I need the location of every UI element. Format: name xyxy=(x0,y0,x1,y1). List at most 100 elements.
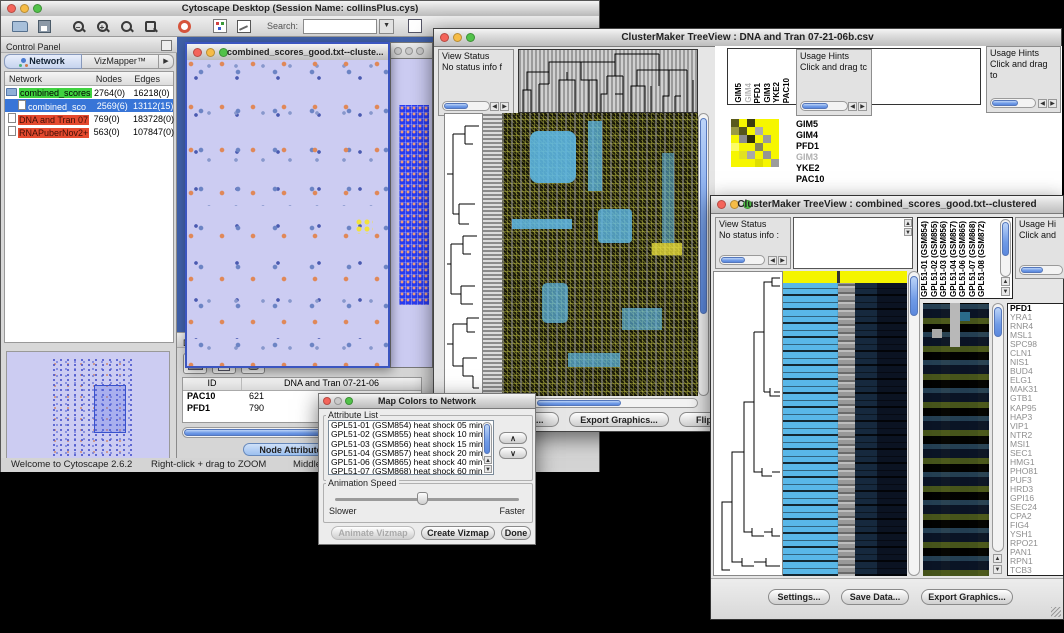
scroll-left-icon[interactable]: ◀ xyxy=(848,102,857,111)
birds-eye-view[interactable] xyxy=(6,351,170,461)
tv1-correlation-matrix[interactable] xyxy=(731,119,779,167)
tab-overflow-button[interactable]: ▶ xyxy=(159,54,174,69)
tv2-heatmap-vscrollbar[interactable] xyxy=(908,271,920,576)
dialog-title: Map Colors to Network xyxy=(319,396,535,406)
minimize-icon[interactable] xyxy=(206,48,215,57)
list-item: GPL51-02 (GSM855) xyxy=(930,221,940,297)
scroll-down-icon[interactable]: ▼ xyxy=(484,465,492,473)
tv2-zoom-heatmap[interactable] xyxy=(923,303,989,576)
scroll-up-icon[interactable]: ▲ xyxy=(993,554,1002,563)
tv2-row-dendrogram[interactable] xyxy=(713,271,783,576)
tv2-export-graphics-button[interactable]: Export Graphics... xyxy=(921,589,1013,605)
search-dropdown-button[interactable]: ▼ xyxy=(379,19,394,34)
scroll-right-icon[interactable]: ▶ xyxy=(778,256,787,265)
annotation-icon[interactable] xyxy=(233,17,255,36)
save-icon[interactable] xyxy=(33,17,55,36)
tv1-status-scrollbar[interactable] xyxy=(442,101,490,111)
close-icon[interactable] xyxy=(193,48,202,57)
tv1-usage-scrollbar[interactable] xyxy=(800,101,848,111)
tab-network[interactable]: Network xyxy=(4,54,82,69)
open-file-icon[interactable] xyxy=(9,17,31,36)
main-title-bar[interactable]: Cytoscape Desktop (Session Name: collins… xyxy=(1,1,599,17)
tv2-button-bar: Settings... Save Data... Export Graphics… xyxy=(711,578,1063,619)
tv1-column-dendrogram[interactable] xyxy=(518,49,698,113)
tv1-heatmap[interactable] xyxy=(502,113,698,396)
tab-vizmapper[interactable]: VizMapper™ xyxy=(82,54,159,69)
search-input[interactable] xyxy=(303,19,377,34)
list-item: GPL51-01 (GSM854) xyxy=(920,221,930,297)
tv1-export-graphics-button[interactable]: Export Graphics... xyxy=(569,412,669,427)
attribute-listbox[interactable]: GPL51-01 (GSM854) heat shock 05 minGPL51… xyxy=(328,420,494,475)
background-network-window[interactable] xyxy=(390,42,433,368)
zoom-fit-icon[interactable] xyxy=(139,17,161,36)
matrix-cell xyxy=(771,151,779,159)
create-vizmap-button[interactable]: Create Vizmap xyxy=(421,526,495,540)
list-item: PEP5 xyxy=(1010,575,1063,576)
zoom-in-icon[interactable]: + xyxy=(91,17,113,36)
control-panel: Control Panel Network VizMapper™ ▶ Netwo… xyxy=(1,37,177,466)
scroll-up-icon[interactable]: ▲ xyxy=(904,219,912,227)
map-colors-dialog[interactable]: Map Colors to Network Attribute List GPL… xyxy=(318,393,536,545)
resize-grip-icon[interactable] xyxy=(1051,607,1061,617)
network-table-header[interactable]: Network Nodes Edges xyxy=(5,72,173,86)
control-panel-title: Control Panel xyxy=(6,40,61,54)
yellow-node-cluster[interactable] xyxy=(355,218,373,234)
network-row-selected[interactable]: combined_sco 2569(6) 13112(15) xyxy=(5,99,173,112)
list-item: YKE2 xyxy=(772,82,782,103)
matrix-cell xyxy=(771,159,779,167)
tv2-usage-scrollbar[interactable] xyxy=(1019,265,1063,275)
scroll-down-icon[interactable]: ▼ xyxy=(1001,287,1010,296)
table-edit-icon[interactable] xyxy=(404,17,426,36)
float-panel-icon[interactable] xyxy=(161,40,172,51)
close-icon[interactable] xyxy=(394,47,402,55)
move-down-button[interactable]: ∨ xyxy=(499,447,527,459)
scroll-left-icon[interactable]: ◀ xyxy=(490,102,499,111)
scroll-up-icon[interactable]: ▲ xyxy=(484,456,492,464)
zoom-window-icon[interactable] xyxy=(416,47,424,55)
tv1-usage2-scrollbar[interactable] xyxy=(990,98,1036,108)
tv2-save-data-button[interactable]: Save Data... xyxy=(841,589,909,605)
speed-slider-thumb[interactable] xyxy=(417,492,428,505)
tv2-labels-vscrollbar[interactable] xyxy=(1000,219,1011,277)
matrix-cell xyxy=(747,159,755,167)
column-header-attr[interactable]: DNA and Tran 07-21-06 xyxy=(242,378,421,390)
scroll-up-icon[interactable]: ▲ xyxy=(1001,277,1010,286)
scroll-right-icon[interactable]: ▶ xyxy=(1048,99,1057,108)
move-up-button[interactable]: ∧ xyxy=(499,432,527,444)
minimize-icon[interactable] xyxy=(405,47,413,55)
attribute-items: GPL51-01 (GSM854) heat shock 05 minGPL51… xyxy=(329,421,493,475)
done-button[interactable]: Done xyxy=(501,526,531,540)
tv2-heatmap[interactable] xyxy=(783,271,907,576)
help-ring-icon[interactable] xyxy=(173,17,195,36)
animate-vizmap-button[interactable]: Animate Vizmap xyxy=(331,526,415,540)
tv1-row-dendrogram[interactable] xyxy=(444,113,483,396)
scroll-down-icon[interactable]: ▼ xyxy=(993,565,1002,574)
network-canvas[interactable] xyxy=(187,60,388,366)
tv2-settings-button[interactable]: Settings... xyxy=(768,589,830,605)
scroll-down-icon[interactable]: ▼ xyxy=(904,228,912,236)
list-item: PFD1 xyxy=(796,141,860,152)
scroll-left-icon[interactable]: ◀ xyxy=(1038,99,1047,108)
matrix-cell xyxy=(731,127,739,135)
birds-eye-viewport-rect[interactable] xyxy=(94,385,126,433)
list-item[interactable]: GPL51-07 (GSM868) heat shock 60 min xyxy=(329,467,493,475)
zoom-out-icon[interactable]: − xyxy=(67,17,89,36)
tv1-row-label-band xyxy=(483,113,502,396)
network-view-window[interactable]: combined_scores_good.txt--cluste... xyxy=(185,42,390,368)
scroll-left-icon[interactable]: ◀ xyxy=(768,256,777,265)
tv2-status-scrollbar[interactable] xyxy=(719,255,765,265)
tv1-heatmap-vscrollbar[interactable] xyxy=(698,113,709,396)
network-row-dna-tran[interactable]: DNA and Tran 07 769(0) 183728(0) xyxy=(5,112,173,125)
treeview-window-combined-scores[interactable]: ClusterMaker TreeView : combined_scores_… xyxy=(710,195,1064,620)
scroll-right-icon[interactable]: ▶ xyxy=(858,102,867,111)
matrix-cell xyxy=(747,119,755,127)
column-header-id[interactable]: ID xyxy=(183,378,242,390)
network-row-combined-scores[interactable]: combined_scores 2764(0) 16218(0) xyxy=(5,86,173,99)
tv2-genelist-scrollbar[interactable] xyxy=(992,303,1004,552)
matrix-cell xyxy=(763,159,771,167)
animation-speed-group xyxy=(323,483,533,523)
zoom-selected-icon[interactable] xyxy=(115,17,137,36)
scroll-right-icon[interactable]: ▶ xyxy=(500,102,509,111)
vizmapper-icon[interactable] xyxy=(209,17,231,36)
network-row-rnapuber[interactable]: RNAPuberNov2+ 563(0) 107847(0) xyxy=(5,125,173,138)
